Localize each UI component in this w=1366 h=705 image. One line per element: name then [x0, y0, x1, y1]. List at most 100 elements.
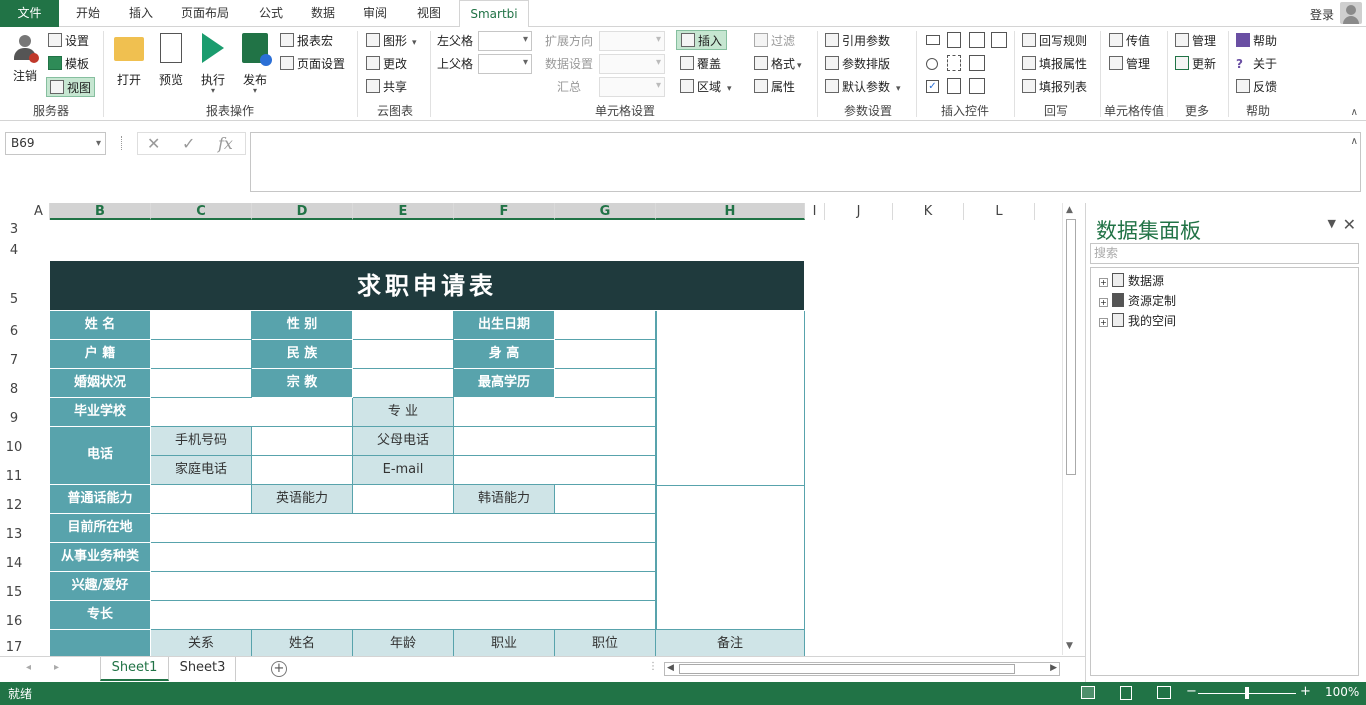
- row-header[interactable]: 12: [0, 495, 28, 517]
- input-hobby[interactable]: [151, 572, 656, 601]
- normal-view-icon[interactable]: [1081, 686, 1095, 699]
- tab-view[interactable]: 视图: [406, 0, 452, 27]
- horizontal-scrollbar[interactable]: ◀ ▶: [664, 662, 1060, 676]
- input-english[interactable]: [353, 485, 454, 514]
- about-button[interactable]: ? 关于: [1236, 54, 1277, 74]
- input-hukou[interactable]: [151, 340, 252, 369]
- expand-direction-select[interactable]: [599, 31, 665, 51]
- column-header-e[interactable]: E: [353, 203, 454, 220]
- column-header-a[interactable]: A: [28, 203, 50, 220]
- logout-button[interactable]: 注销: [8, 33, 42, 84]
- publish-button[interactable]: 发布 ▾: [238, 33, 272, 95]
- zoom-level[interactable]: 100%: [1325, 685, 1359, 699]
- writeback-rules-button[interactable]: 回写规则: [1022, 31, 1087, 51]
- row-header[interactable]: 5: [0, 290, 28, 310]
- column-header-i[interactable]: I: [805, 203, 825, 220]
- preview-button[interactable]: 预览: [154, 33, 188, 88]
- insert-function-icon[interactable]: fx: [218, 134, 233, 153]
- tree-node-my-space[interactable]: + 我的空间: [1099, 312, 1176, 330]
- vertical-scrollbar[interactable]: ▲ ▼: [1062, 203, 1078, 655]
- input-name[interactable]: [151, 311, 252, 340]
- column-header-k[interactable]: K: [893, 203, 964, 220]
- grid-control-icon[interactable]: [947, 78, 961, 94]
- tab-review[interactable]: 审阅: [352, 0, 398, 27]
- column-header-j[interactable]: J: [825, 203, 893, 220]
- row-header[interactable]: 11: [0, 466, 28, 488]
- calendar-control-icon[interactable]: [991, 32, 1007, 48]
- row-header[interactable]: 13: [0, 524, 28, 546]
- name-box[interactable]: B69: [5, 132, 106, 155]
- property-button[interactable]: 属性: [754, 77, 795, 97]
- sheet-tab-sheet1[interactable]: Sheet1: [100, 657, 169, 681]
- row-header[interactable]: 15: [0, 582, 28, 604]
- image-control-icon[interactable]: [969, 55, 985, 71]
- input-mandarin[interactable]: [151, 485, 252, 514]
- zoom-out-icon[interactable]: −: [1186, 684, 1197, 699]
- top-parent-select[interactable]: [478, 54, 532, 74]
- expand-icon[interactable]: +: [1099, 318, 1108, 327]
- summary-select[interactable]: [599, 77, 665, 97]
- tab-splitter-icon[interactable]: ⋮: [648, 661, 658, 672]
- panel-search-input[interactable]: 搜索: [1090, 243, 1359, 264]
- insert-mode-button[interactable]: 插入: [676, 30, 728, 50]
- share-button[interactable]: 共享: [366, 77, 407, 97]
- input-mobile[interactable]: [252, 427, 353, 456]
- fill-list-button[interactable]: 填报列表: [1022, 77, 1087, 97]
- column-header-d[interactable]: D: [252, 203, 353, 220]
- tab-smartbi[interactable]: Smartbi: [459, 0, 529, 28]
- textbox-control-icon[interactable]: [926, 35, 940, 45]
- change-button[interactable]: 更改: [366, 54, 407, 74]
- param-layout-button[interactable]: 参数排版: [825, 54, 890, 74]
- panel-close-icon[interactable]: ✕: [1343, 215, 1356, 234]
- feedback-button[interactable]: 反馈: [1236, 77, 1277, 97]
- more-manage-button[interactable]: 管理: [1175, 31, 1216, 51]
- input-religion[interactable]: [353, 369, 454, 398]
- area-button[interactable]: 区域 ▾: [680, 77, 732, 97]
- help-button[interactable]: 帮助: [1236, 31, 1277, 51]
- fill-props-button[interactable]: 填报属性: [1022, 54, 1087, 74]
- column-header-b[interactable]: B: [50, 203, 151, 220]
- report-macro-button[interactable]: 报表宏: [280, 31, 333, 51]
- worksheet-grid[interactable]: 求职申请表 姓 名 性 别 出生日期 户 籍 民 族 身 高 婚姻状况 宗 教 …: [28, 220, 1058, 656]
- row-header[interactable]: 4: [0, 241, 28, 261]
- list-control-icon[interactable]: [947, 32, 961, 48]
- input-ethnic[interactable]: [353, 340, 454, 369]
- page-layout-view-icon[interactable]: [1120, 686, 1132, 700]
- window-control-icon[interactable]: [969, 32, 985, 48]
- input-gender[interactable]: [353, 311, 454, 340]
- input-business[interactable]: [151, 543, 656, 572]
- chart-button[interactable]: 图形 ▾: [366, 31, 417, 51]
- input-email[interactable]: [454, 456, 656, 485]
- default-param-button[interactable]: 默认参数 ▾: [825, 77, 901, 97]
- template-button[interactable]: 模板: [48, 54, 89, 74]
- row-header[interactable]: 16: [0, 611, 28, 633]
- column-header-f[interactable]: F: [454, 203, 555, 220]
- formula-input[interactable]: [250, 132, 1361, 192]
- row-header[interactable]: 14: [0, 553, 28, 575]
- name-box-grip[interactable]: [121, 136, 123, 150]
- page-setup-button[interactable]: 页面设置: [280, 54, 345, 74]
- page-break-view-icon[interactable]: [1157, 686, 1171, 699]
- prev-sheet-icon[interactable]: ◂: [26, 662, 31, 673]
- execute-dropdown-icon[interactable]: ▾: [196, 87, 230, 95]
- sheet-tab-sheet3[interactable]: Sheet3: [170, 657, 236, 681]
- column-header-c[interactable]: C: [151, 203, 252, 220]
- settings-button[interactable]: 设置: [48, 31, 89, 51]
- scroll-right-icon[interactable]: ▶: [1050, 663, 1057, 673]
- expand-icon[interactable]: +: [1099, 278, 1108, 287]
- execute-button[interactable]: 执行 ▾: [196, 33, 230, 95]
- overwrite-button[interactable]: 覆盖: [680, 54, 721, 74]
- data-settings-select[interactable]: [599, 54, 665, 74]
- cell-value-manage-button[interactable]: 管理: [1109, 54, 1150, 74]
- view-button[interactable]: 视图: [46, 77, 96, 97]
- panel-menu-icon[interactable]: ▼: [1328, 217, 1336, 230]
- tab-insert[interactable]: 插入: [116, 0, 166, 27]
- row-header[interactable]: 10: [0, 437, 28, 459]
- tab-formula[interactable]: 公式: [248, 0, 294, 27]
- left-parent-select[interactable]: [478, 31, 532, 51]
- row-header[interactable]: 17: [0, 640, 28, 656]
- row-header[interactable]: 3: [0, 221, 28, 239]
- tree-node-resource-custom[interactable]: + 资源定制: [1099, 292, 1176, 310]
- input-major[interactable]: [454, 398, 656, 427]
- scroll-left-icon[interactable]: ◀: [667, 663, 674, 673]
